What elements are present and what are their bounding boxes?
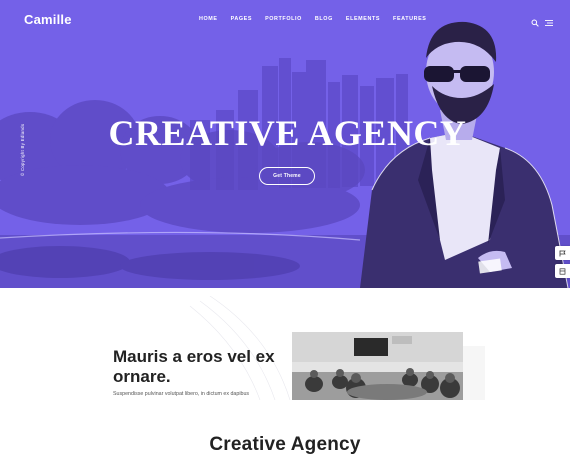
flag-icon bbox=[559, 250, 566, 256]
search-icon[interactable] bbox=[531, 14, 539, 27]
main-nav: Home Pages Portfolio Blog Elements Featu… bbox=[199, 16, 440, 22]
section-title: Creative Agency bbox=[209, 434, 361, 455]
nav-item-features[interactable]: Features bbox=[393, 16, 426, 22]
brand-logo[interactable]: Camille bbox=[24, 12, 72, 27]
side-buttons bbox=[555, 246, 570, 278]
feature-title: Mauris a eros vel ex ornare. bbox=[113, 347, 275, 386]
hero-section: Camille Home Pages Portfolio Blog Elemen… bbox=[0, 0, 570, 288]
get-theme-button[interactable]: Get Theme bbox=[259, 167, 315, 185]
flag-button[interactable] bbox=[555, 246, 570, 260]
menu-icon[interactable] bbox=[545, 14, 553, 26]
hero-headline: CREATIVE AGENCY bbox=[108, 113, 467, 153]
meeting-photo bbox=[292, 332, 463, 400]
nav-item-elements[interactable]: Elements bbox=[346, 16, 380, 22]
nav-item-portfolio[interactable]: Portfolio bbox=[265, 16, 302, 22]
document-icon bbox=[559, 267, 566, 275]
header-icons bbox=[531, 14, 553, 27]
nav-item-pages[interactable]: Pages bbox=[231, 16, 252, 22]
document-button[interactable] bbox=[555, 264, 570, 278]
feature-text: Suspendisse pulvinar volutpat libero, in… bbox=[113, 391, 250, 397]
nav-item-blog[interactable]: Blog bbox=[315, 16, 333, 22]
nav-item-home[interactable]: Home bbox=[199, 16, 218, 22]
